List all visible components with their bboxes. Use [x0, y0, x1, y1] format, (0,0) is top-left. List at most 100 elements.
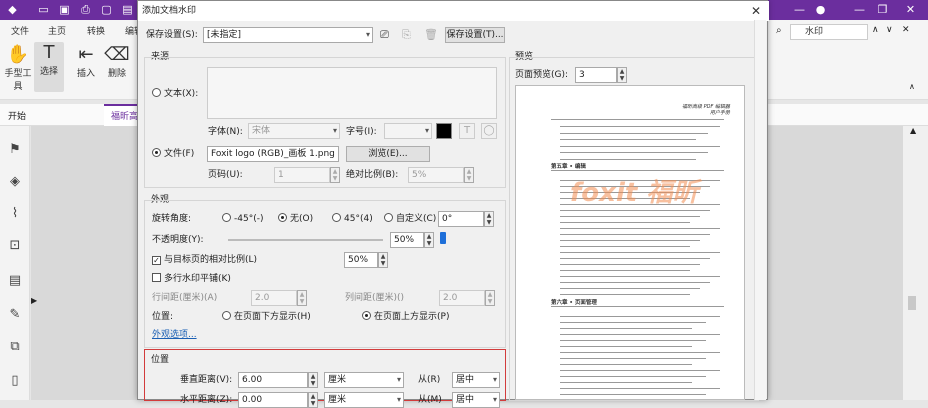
minimize-icon[interactable]: —	[793, 3, 806, 16]
chevron-down-icon: ▾	[396, 375, 401, 384]
save-settings-button[interactable]: 保存设置(T)...	[445, 27, 505, 43]
save-settings-select[interactable]: [未指定] ▾	[203, 27, 373, 43]
appearance-options-link[interactable]: 外观选项...	[152, 328, 197, 342]
delete-button[interactable]: ⌫ 删除	[102, 44, 132, 79]
browse-button[interactable]: 浏览(E)...	[346, 146, 430, 162]
col-spacing-label: 列间距(厘米)()	[345, 293, 405, 303]
rotation-spinner[interactable]: ▲ ▼	[484, 211, 494, 227]
layers-icon[interactable]: ◈	[7, 174, 23, 190]
file-icon[interactable]: ▤	[7, 273, 23, 289]
chevron-down-icon: ▾	[492, 375, 497, 384]
opacity-slider-track[interactable]	[228, 239, 383, 241]
new-doc-icon[interactable]: ▢	[100, 3, 113, 16]
search-up-icon[interactable]: ∧	[872, 25, 879, 35]
preview-text-line	[560, 346, 692, 347]
search-close-icon[interactable]: ✕	[902, 25, 910, 35]
page-preview-input[interactable]: 3	[575, 67, 617, 83]
text-radio[interactable]: 文本(X):	[152, 87, 198, 101]
preview-text-line	[560, 288, 700, 289]
vertical-unit-select[interactable]: 厘米 ▾	[324, 372, 404, 388]
row-spacing-spinner: ▲ ▼	[297, 290, 307, 306]
app-logo-icon: ◆	[8, 3, 17, 16]
relative-scale-spinner[interactable]: ▲ ▼	[378, 252, 388, 268]
rotation-45-radio[interactable]: 45°(4)	[332, 212, 373, 226]
sidebar-expand-icon[interactable]: ▶	[31, 296, 37, 305]
abs-scale-spinner: ▲ ▼	[464, 167, 474, 183]
preview-text-line	[560, 364, 692, 365]
preview-text-line	[560, 358, 706, 359]
preview-text-line	[560, 222, 690, 223]
menu-file[interactable]: 文件	[11, 24, 29, 37]
window-restore-icon[interactable]: ❐	[876, 3, 889, 16]
text-watermark-input[interactable]	[207, 67, 497, 119]
file-path-input[interactable]: Foxit logo (RGB)_画板 1.png	[207, 146, 339, 162]
rotation-none-radio[interactable]: 无(O)	[278, 212, 313, 226]
page-spinner: ▲ ▼	[330, 167, 340, 183]
vertical-distance-spinner[interactable]: ▲ ▼	[308, 372, 318, 388]
opacity-spinner[interactable]: ▲ ▼	[424, 232, 434, 248]
search-icon[interactable]: ⌕	[776, 25, 782, 36]
menu-home[interactable]: 主页	[48, 24, 66, 37]
open-folder-icon[interactable]: ▭	[37, 3, 50, 16]
vertical-from-select[interactable]: 居中 ▾	[452, 372, 500, 388]
attachment-icon[interactable]: ⌇	[7, 206, 23, 222]
chevron-down-icon: ▾	[365, 30, 370, 39]
scroll-up-icon[interactable]: ▲	[910, 126, 916, 135]
preview-text-line	[560, 382, 692, 383]
horizontal-distance-spinner[interactable]: ▲ ▼	[308, 392, 318, 408]
search-down-icon[interactable]: ∨	[886, 25, 893, 35]
hand-tool-button[interactable]: ✋ 手型工具	[3, 44, 33, 92]
tab-start[interactable]: 开始	[8, 109, 26, 122]
tile-checkbox[interactable]: 多行水印平铺(K)	[152, 272, 231, 286]
stamp-icon[interactable]: ⎚	[380, 28, 389, 42]
preview-text-line	[560, 126, 720, 127]
page-icon[interactable]: ▤	[121, 3, 134, 16]
preview-text-line	[560, 322, 706, 323]
vertical-distance-input[interactable]: 6.00	[238, 372, 308, 388]
document-scrollbar[interactable]: ▲	[903, 126, 928, 400]
position-below-radio[interactable]: 在页面下方显示(H)	[222, 310, 311, 324]
preview-chapter6: 第六章 • 页面管理	[551, 300, 597, 306]
rotation-neg45-radio[interactable]: -45°(-)	[222, 212, 263, 226]
row-spacing-label: 行间距(厘米)(A)	[152, 293, 218, 303]
preview-watermark-logo: foxit 福昕	[570, 178, 699, 208]
compare-icon[interactable]: ⧉	[7, 339, 23, 355]
scrollbar-thumb[interactable]	[908, 296, 916, 310]
horizontal-distance-input[interactable]: 0.00	[238, 392, 308, 408]
dialog-scrollbar[interactable]	[754, 20, 766, 400]
page-preview-spinner[interactable]: ▲ ▼	[617, 67, 627, 83]
dialog-close-icon[interactable]: ✕	[749, 4, 763, 18]
preview-text-line	[560, 270, 690, 271]
print-icon[interactable]: ⎙	[79, 3, 92, 16]
pages-icon[interactable]: ▯	[7, 373, 23, 389]
menu-convert[interactable]: 转换	[87, 24, 105, 37]
preview-text-line	[560, 252, 720, 253]
ribbon-collapse-icon[interactable]: ∧	[909, 82, 915, 91]
rotation-custom-radio[interactable]: 自定义(C)	[384, 212, 436, 226]
select-button[interactable]: T 选择	[34, 42, 64, 92]
bookmark-icon[interactable]: ⚑	[7, 142, 23, 158]
opacity-input[interactable]: 50%	[390, 232, 424, 248]
sign-icon[interactable]: ✎	[7, 307, 23, 323]
preview-text-line	[551, 306, 724, 307]
preview-text-line	[560, 145, 720, 147]
file-radio[interactable]: 文件(F)	[152, 147, 194, 161]
horizontal-unit-select[interactable]: 厘米 ▾	[324, 392, 404, 408]
position-above-radio[interactable]: 在页面上方显示(P)	[362, 310, 449, 324]
window-minimize-icon[interactable]: —	[853, 3, 866, 16]
chevron-down-icon: ▾	[332, 126, 337, 135]
security-lock-icon[interactable]: ⊡	[7, 238, 23, 254]
relative-scale-input[interactable]: 50%	[344, 252, 378, 268]
user-icon[interactable]: ●	[814, 3, 827, 16]
tab-document[interactable]: 福昕高级...	[104, 104, 138, 126]
preview-text-line	[551, 170, 724, 171]
save-icon[interactable]: ▣	[58, 3, 71, 16]
relative-scale-checkbox[interactable]: ✓ 与目标页的相对比例(L)	[152, 253, 257, 267]
rotation-custom-input[interactable]: 0°	[438, 211, 484, 227]
window-close-icon[interactable]: ✕	[904, 3, 917, 16]
opacity-slider-thumb[interactable]	[439, 232, 446, 244]
search-input[interactable]: 水印	[790, 24, 868, 40]
horizontal-from-label: 从(M)	[418, 395, 442, 405]
horizontal-from-select[interactable]: 居中 ▾	[452, 392, 500, 408]
insert-button[interactable]: ⇤ 插入	[71, 44, 101, 79]
